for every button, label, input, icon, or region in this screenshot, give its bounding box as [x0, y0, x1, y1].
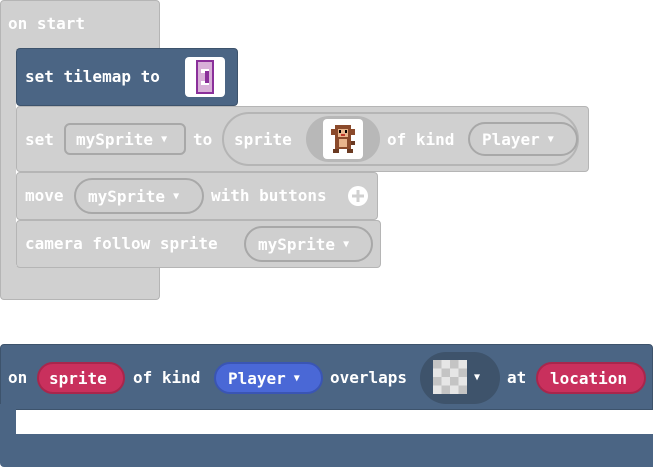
overlaps-label: overlaps	[330, 368, 408, 387]
on-start-block[interactable]: on start set tilemap to set mySprite ▼ t…	[0, 0, 653, 300]
monkey-sprite-icon[interactable]	[323, 119, 363, 159]
move-label: move	[25, 186, 64, 205]
of-kind-event-label: of kind	[133, 368, 201, 387]
sprite-variable-pill[interactable]: sprite	[37, 362, 125, 394]
overlap-event-footer	[0, 434, 653, 467]
dropdown-caret-icon: ▼	[173, 190, 180, 202]
move-variable-label: mySprite	[88, 186, 166, 206]
on-start-spine	[0, 48, 16, 278]
to-label: to	[193, 130, 213, 149]
tile-caret-icon[interactable]: ▼	[474, 368, 480, 388]
event-kind-dropdown[interactable]: Player ▼	[214, 362, 323, 394]
location-variable-pill[interactable]: location	[536, 362, 646, 394]
camera-follow-label: camera follow sprite	[25, 234, 218, 253]
camera-variable-dropdown[interactable]: mySprite ▼	[244, 226, 373, 262]
sprite-label: sprite	[234, 130, 292, 149]
at-label: at	[507, 368, 527, 387]
on-start-footer	[0, 266, 160, 300]
move-variable-dropdown[interactable]: mySprite ▼	[74, 178, 204, 214]
kind-label: Player	[482, 129, 540, 149]
tilemap-thumbnail-icon[interactable]	[185, 57, 225, 97]
camera-variable-label: mySprite	[258, 234, 336, 254]
event-kind-label: Player	[228, 368, 286, 388]
with-buttons-label: with buttons	[211, 186, 327, 205]
sprite-variable-dropdown[interactable]: mySprite ▼	[64, 123, 186, 155]
on-start-label: on start	[8, 14, 86, 33]
dropdown-caret-icon: ▼	[547, 133, 554, 145]
plus-circle-icon[interactable]	[347, 185, 369, 207]
statement-slot[interactable]	[16, 410, 653, 434]
dropdown-caret-icon: ▼	[161, 133, 168, 145]
checker-tile-icon[interactable]	[433, 360, 467, 394]
location-variable-pill-label: location	[550, 368, 628, 388]
sprite-variable-label: mySprite	[76, 129, 154, 149]
on-label: on	[8, 368, 28, 387]
set-tilemap-label: set tilemap to	[25, 67, 160, 86]
sprite-variable-pill-label: sprite	[49, 368, 107, 388]
kind-dropdown[interactable]: Player ▼	[468, 122, 578, 156]
dropdown-caret-icon: ▼	[293, 372, 300, 384]
set-label: set	[25, 130, 54, 149]
of-kind-label: of kind	[387, 130, 455, 149]
dropdown-caret-icon: ▼	[343, 238, 350, 250]
